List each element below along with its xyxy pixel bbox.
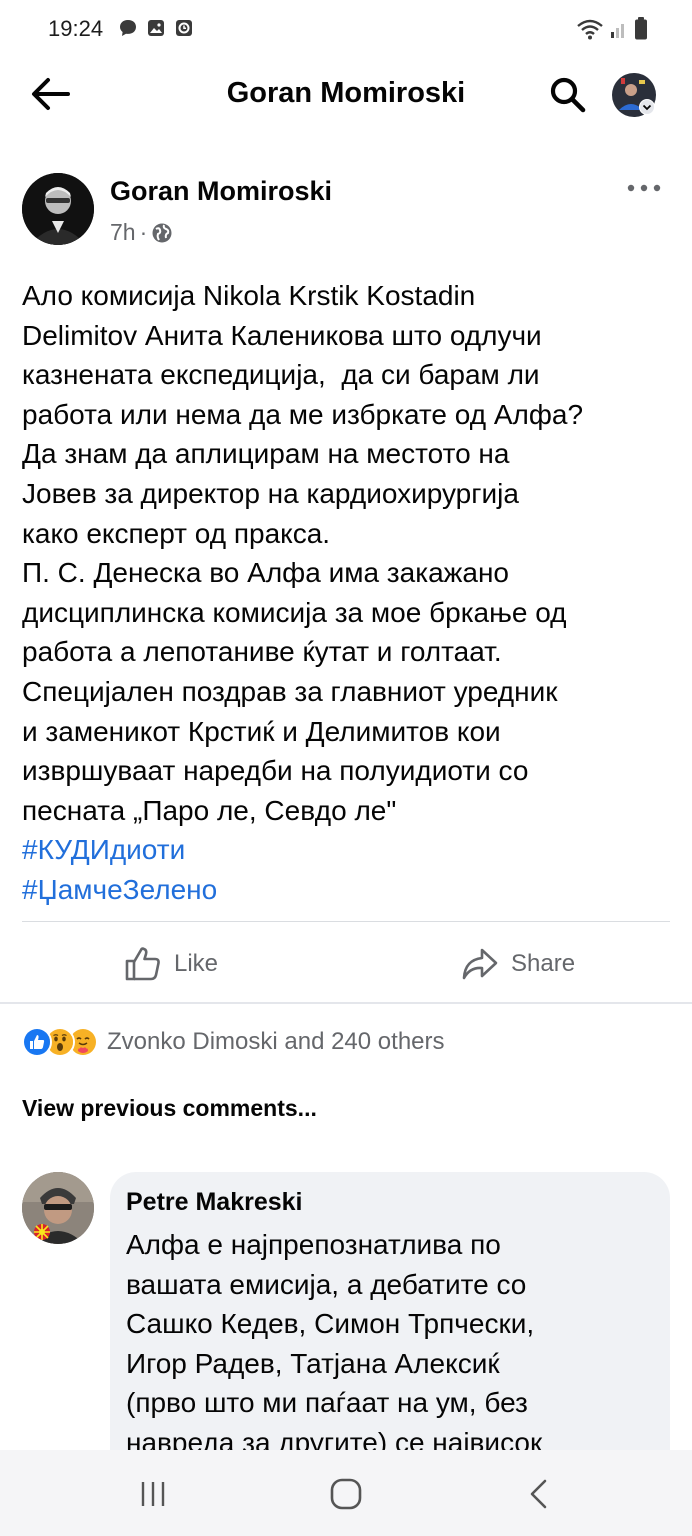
page-title: Goran Momiroski bbox=[226, 77, 466, 109]
hashtag-link[interactable]: #ЏамчеЗелено bbox=[22, 870, 672, 910]
comment-author-name[interactable]: Petre Makreski bbox=[126, 1188, 654, 1217]
thumbs-up-icon bbox=[125, 947, 160, 981]
search-button[interactable] bbox=[548, 75, 588, 115]
share-label: Share bbox=[511, 950, 576, 977]
home-button[interactable] bbox=[328, 1476, 364, 1512]
avatar bbox=[22, 173, 94, 245]
post-text-line: Ало комисија Nikola Krstik Kostadin bbox=[22, 280, 476, 311]
share-arrow-icon bbox=[462, 948, 498, 980]
post-text: Ало комисија Nikola Krstik Kostadin Deli… bbox=[22, 276, 672, 910]
view-previous-comments-link[interactable]: View previous comments... bbox=[22, 1095, 317, 1122]
comment-text-line: Игор Радев, Татјана Алексиќ bbox=[126, 1347, 500, 1379]
divider bbox=[22, 921, 670, 922]
avatar bbox=[22, 1172, 94, 1244]
post-text-line: извршуваат наредби на полуидиоти со bbox=[22, 755, 529, 787]
comment-text-line: Сашко Кедев, Симон Трпчески, bbox=[126, 1308, 535, 1339]
chat-bubble-icon bbox=[120, 20, 136, 36]
recent-apps-button[interactable] bbox=[137, 1478, 169, 1510]
notification-icons bbox=[118, 18, 194, 38]
post-text-line: дисциплинска комисија за мое бркање од bbox=[22, 596, 567, 628]
system-navigation-bar bbox=[0, 1450, 692, 1536]
like-reaction-icon bbox=[22, 1027, 52, 1057]
reactions-summary[interactable]: Zvonko Dimoski and 240 others bbox=[22, 1024, 445, 1060]
post-text-line: работа а лепотаниве ќутат и голтаат. bbox=[22, 636, 502, 668]
comment-author-avatar[interactable] bbox=[22, 1172, 94, 1244]
post-author-avatar[interactable] bbox=[22, 173, 94, 245]
avatar bbox=[612, 73, 656, 117]
battery-icon bbox=[635, 17, 647, 40]
post-text-line: песната „Паро ле, Севдо ле" bbox=[22, 794, 397, 826]
clock-app-icon bbox=[176, 20, 192, 36]
section-divider bbox=[0, 1002, 692, 1004]
comment-text: Алфа е најпрепознатлива по вашата емисиј… bbox=[126, 1225, 654, 1462]
share-button[interactable]: Share bbox=[461, 941, 575, 987]
status-bar: 19:24 bbox=[0, 0, 692, 58]
hashtag-link[interactable]: #КУДИдиоти bbox=[22, 830, 672, 870]
post-text-line: Специјален поздрав за главниот уредник bbox=[22, 675, 558, 707]
meta-separator: · bbox=[139, 219, 148, 245]
post-text-line: казнената експедиција, да си барам ли bbox=[22, 359, 540, 391]
post-meta: 7h · bbox=[110, 219, 173, 246]
post-text-line: Јовев за директор на кардиохирургија bbox=[22, 477, 519, 509]
more-horizontal-icon bbox=[627, 184, 661, 192]
signal-icon bbox=[611, 24, 624, 38]
home-icon bbox=[330, 1478, 362, 1510]
comment-text-line: Алфа е најпрепознатлива по bbox=[126, 1229, 501, 1260]
system-back-button[interactable] bbox=[525, 1478, 555, 1510]
post-text-line: П. С. Денеска во Алфа има закажано bbox=[22, 557, 509, 589]
app-header: Goran Momiroski bbox=[0, 58, 692, 132]
post-text-line: Delimitov Анита Каленикова што одлучи bbox=[22, 319, 542, 351]
system-icons bbox=[576, 17, 648, 41]
recents-icon bbox=[141, 1482, 165, 1506]
reactions-text: Zvonko Dimoski and 240 others bbox=[107, 1028, 445, 1055]
like-label: Like bbox=[174, 950, 219, 977]
comment-text-line: вашата емисија, а дебатите со bbox=[126, 1268, 527, 1300]
post-text-line: и заменикот Крстиќ и Делимитов кои bbox=[22, 715, 501, 747]
chevron-left-icon bbox=[530, 1479, 547, 1509]
status-time: 19:24 bbox=[48, 16, 104, 41]
post-text-line: работа или нема да ме избркате од Алфа? bbox=[22, 398, 584, 430]
wifi-icon bbox=[577, 19, 603, 40]
comment-text-line: (прво што ми паѓаат на ум, без bbox=[126, 1387, 528, 1418]
post-text-line: Да знам да аплицирам на местото на bbox=[22, 438, 510, 470]
search-icon bbox=[550, 77, 586, 113]
post-text-line: како експерт од пракса. bbox=[22, 517, 331, 549]
globe-icon bbox=[152, 223, 172, 242]
like-button[interactable]: Like bbox=[124, 941, 218, 987]
gallery-icon bbox=[148, 20, 164, 36]
post-author-name[interactable]: Goran Momiroski bbox=[110, 176, 332, 207]
post-time[interactable]: 7h bbox=[110, 219, 136, 246]
post-options-button[interactable] bbox=[624, 176, 664, 200]
profile-menu-button[interactable] bbox=[611, 72, 657, 118]
